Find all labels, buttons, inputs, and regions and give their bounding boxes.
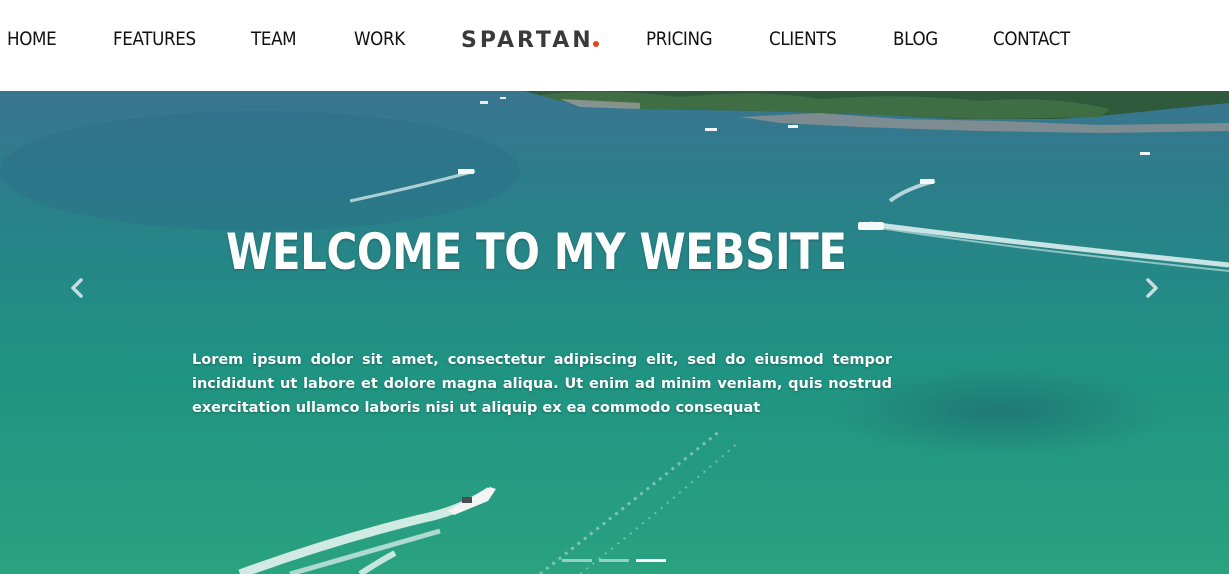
nav-contact[interactable]: CONTACT: [993, 28, 1070, 50]
hero-title: WELCOME TO MY WEBSITE: [226, 223, 847, 281]
nav-team[interactable]: TEAM: [251, 28, 297, 50]
navbar: HOME FEATURES TEAM WORK SPARTAN PRICING …: [0, 0, 1229, 91]
carousel-indicator[interactable]: [562, 559, 592, 562]
hero-description: Lorem ipsum dolor sit amet, consectetur …: [192, 352, 892, 416]
chevron-left-icon: [71, 278, 83, 298]
carousel-prev-button[interactable]: [66, 276, 90, 300]
hero-carousel: WELCOME TO MY WEBSITE Lorem ipsum dolor …: [0, 91, 1229, 574]
carousel-indicator[interactable]: [636, 559, 666, 562]
logo-dot: [592, 41, 599, 47]
nav-work[interactable]: WORK: [354, 28, 405, 50]
logo-text: SPARTAN: [461, 28, 594, 53]
logo[interactable]: SPARTAN: [461, 28, 599, 54]
nav-blog[interactable]: BLOG: [893, 28, 938, 50]
nav-home[interactable]: HOME: [7, 28, 57, 50]
nav-clients[interactable]: CLIENTS: [769, 28, 837, 50]
nav-features[interactable]: FEATURES: [113, 28, 196, 50]
nav-pricing[interactable]: PRICING: [646, 28, 713, 50]
carousel-indicator[interactable]: [599, 559, 629, 562]
hero-background-image: [0, 91, 1229, 574]
chevron-right-icon: [1146, 278, 1158, 298]
carousel-next-button[interactable]: [1139, 276, 1163, 300]
